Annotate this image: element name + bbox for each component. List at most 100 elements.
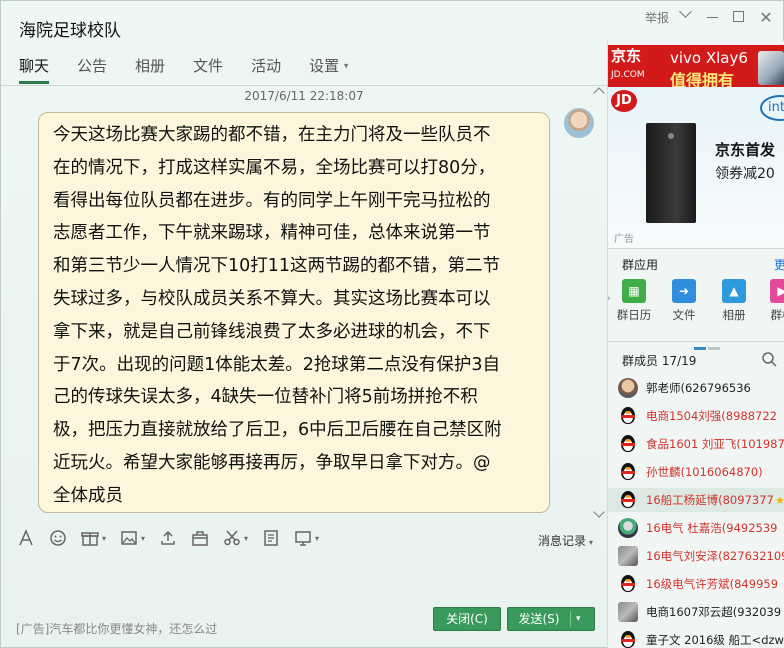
- document-button[interactable]: [262, 529, 280, 547]
- upload-icon: [161, 530, 175, 545]
- maximize-button[interactable]: [733, 10, 747, 25]
- member-count: 群成员 17/19: [622, 354, 697, 368]
- right-panel: 京东 JD.COM vivo Xlay6 值得拥有 JD intel 京东首发 领…: [607, 41, 784, 648]
- member-avatar: [618, 602, 638, 622]
- app-label: 群标: [770, 308, 784, 322]
- upload-button[interactable]: [159, 529, 177, 547]
- member-item[interactable]: 电商1607邓云超(932039 ★: [618, 600, 784, 624]
- member-name: 食品1601 刘亚飞(1019876: [646, 437, 784, 451]
- tab-files[interactable]: 文件: [193, 55, 223, 84]
- send-divider: [570, 611, 571, 627]
- page-indicator: [694, 335, 724, 350]
- message-line: 全体成员: [53, 485, 123, 506]
- message-line: 看得出每位队员都在进步。有的同学上午刚干完马拉松的: [53, 190, 491, 211]
- member-item[interactable]: 电商1504刘强(8988722: [618, 404, 784, 428]
- gift-button[interactable]: ▾: [81, 529, 106, 547]
- member-avatar: [618, 406, 638, 426]
- message-line: 近玩火。希望大家能够再接再厉，争取早日拿下对方。@: [53, 452, 491, 473]
- send-label: 发送(S): [518, 612, 560, 626]
- member-item[interactable]: 16电气 杜嘉浩(9492539 ★: [618, 516, 784, 540]
- message-area[interactable]: 2017/6/11 22:18:07 今天这场比赛大家踢的都不错，在主力门将及一…: [1, 86, 607, 521]
- message-line: 今天这场比赛大家踢的都不错，在主力门将及一些队员不: [53, 125, 491, 145]
- maximize-icon: [733, 10, 744, 22]
- member-item[interactable]: 孙世麟(1016064870): [618, 460, 784, 484]
- caret-down-icon: ▾: [141, 533, 146, 543]
- member-avatar: [618, 462, 638, 482]
- member-name: 电商1504刘强(8988722: [646, 409, 777, 423]
- caret-down-icon: ▾: [102, 533, 107, 543]
- app-label: 相册: [722, 308, 746, 322]
- member-name: 16电气 杜嘉浩(9492539: [646, 521, 778, 535]
- group-apps: 群应用 更 › ▦ 群日历 ➜ 文件 ▲ 相册 ▶ 群标: [608, 249, 784, 350]
- minimize-button[interactable]: [707, 11, 721, 25]
- play-icon: ▶: [770, 279, 784, 303]
- emoji-button[interactable]: [49, 529, 67, 547]
- member-item[interactable]: 童子文 2016级 船工<dzw??: [618, 628, 784, 648]
- dropdown-button[interactable]: [679, 4, 695, 25]
- send-button[interactable]: 发送(S) ▾: [507, 607, 595, 631]
- caret-down-icon: ▾: [343, 61, 349, 72]
- member-avatar: [618, 434, 638, 454]
- tab-activity[interactable]: 活动: [251, 55, 281, 84]
- window-controls: 举报 ✕: [645, 4, 773, 26]
- report-button[interactable]: 举报: [645, 9, 669, 26]
- tab-album[interactable]: 相册: [135, 55, 165, 84]
- calendar-icon: ▦: [622, 279, 646, 303]
- member-item[interactable]: 16船工杨延博(8097377 ★: [608, 488, 784, 512]
- member-item[interactable]: 郭老师(626796536: [618, 376, 784, 400]
- jd-logo: 京东 JD.COM: [611, 48, 667, 84]
- footer-ad-link[interactable]: [广告]汽车都比你更懂女神，还怎么过: [16, 620, 217, 637]
- group-apps-title: 群应用: [622, 258, 659, 272]
- message-line: 于7次。出现的问题1体能太差。2抢球第二点没有保护3自: [53, 354, 501, 375]
- message-input[interactable]: [1, 553, 607, 603]
- member-item[interactable]: 16级电气许芳斌(849959 ★: [618, 572, 784, 596]
- image-icon: [121, 531, 137, 545]
- folder-icon: ➜: [672, 279, 696, 303]
- screen-icon: [295, 531, 311, 546]
- sender-avatar[interactable]: [564, 108, 594, 138]
- emoji-icon: [50, 530, 66, 546]
- close-window-button[interactable]: ✕: [759, 9, 773, 25]
- tab-announcement-label: 公告: [77, 57, 108, 75]
- promo-subline: 领券减20: [715, 166, 775, 182]
- banner-ad[interactable]: 京东 JD.COM vivo Xlay6 值得拥有: [608, 45, 784, 87]
- member-name: 16船工杨延博(8097377: [646, 493, 774, 507]
- app-calendar[interactable]: ▦ 群日历: [614, 279, 654, 323]
- member-item[interactable]: 16电气刘安泽(827632109) ★: [618, 544, 784, 568]
- screenshot-button[interactable]: ▾: [223, 529, 248, 547]
- message-timestamp: 2017/6/11 22:18:07: [244, 89, 364, 103]
- search-icon[interactable]: [758, 350, 784, 368]
- app-label: 文件: [672, 308, 696, 322]
- close-button[interactable]: 关闭(C): [433, 607, 501, 631]
- scroll-down-icon[interactable]: [593, 508, 605, 518]
- message-history-button[interactable]: 消息记录 ▾: [538, 532, 593, 549]
- member-name: 郭老师(626796536: [646, 381, 751, 395]
- image-button[interactable]: ▾: [120, 529, 145, 547]
- message-line: 在的情况下，打成这样实属不易，全场比赛可以打80分，: [53, 157, 496, 178]
- group-apps-more-link[interactable]: 更: [774, 256, 784, 273]
- package-button[interactable]: [191, 529, 209, 547]
- message-line: 己的传球失误太多，4缺失一位替补门将5前场拼抢不积: [53, 387, 478, 408]
- document-icon: [264, 530, 278, 546]
- font-button[interactable]: [17, 529, 35, 547]
- caret-down-icon: ▾: [244, 533, 249, 543]
- chevron-right-icon[interactable]: ›: [608, 291, 611, 305]
- tab-settings[interactable]: 设置 ▾: [309, 55, 348, 84]
- phone-image: [758, 51, 784, 85]
- history-label: 消息记录: [538, 534, 587, 548]
- message-line: 极，把压力直接就放给了后卫，6中后卫后腰在自己禁区附: [53, 420, 502, 441]
- send-options-icon[interactable]: ▾: [576, 608, 581, 630]
- app-album[interactable]: ▲ 相册: [714, 279, 754, 323]
- window-title: 海院足球校队: [19, 21, 121, 41]
- message-line: 拿下来，就是自己前锋线浪费了太多必进球的机会，不下: [53, 321, 491, 342]
- app-files[interactable]: ➜ 文件: [664, 279, 704, 323]
- promo-ad[interactable]: JD intel 京东首发 领券减20 广告: [608, 87, 784, 249]
- app-tag[interactable]: ▶ 群标: [762, 279, 784, 323]
- tab-announcement[interactable]: 公告: [77, 55, 107, 84]
- screen-share-button[interactable]: ▾: [294, 529, 319, 547]
- tab-chat[interactable]: 聊天: [19, 55, 50, 84]
- member-name: 孙世麟(1016064870): [646, 465, 763, 479]
- member-item[interactable]: 食品1601 刘亚飞(1019876: [618, 432, 784, 456]
- scissors-icon: [224, 530, 240, 546]
- gift-icon: [81, 532, 99, 546]
